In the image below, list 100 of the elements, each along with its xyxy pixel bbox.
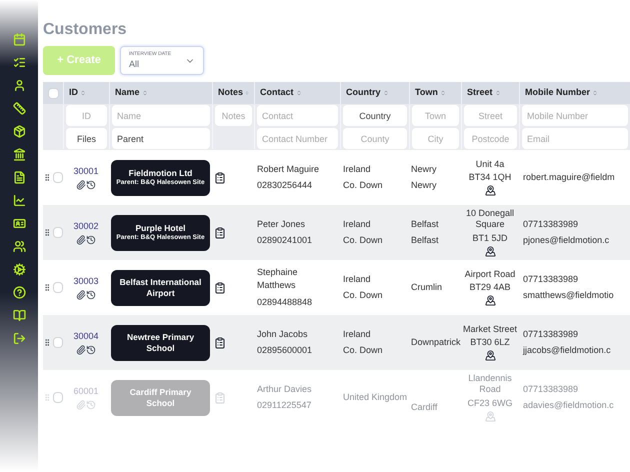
contact-name: Stephaine Matthews <box>257 266 299 292</box>
email-address: jjacobs@fieldmotion.c <box>523 344 612 357</box>
filter-field[interactable]: City <box>412 128 459 149</box>
column-header[interactable]: Town <box>415 86 438 100</box>
paperclip-icon[interactable] <box>76 180 86 190</box>
column-header[interactable]: Notes <box>218 86 244 100</box>
contact-number: 02894488848 <box>257 296 314 309</box>
filter-field[interactable]: Notes <box>215 105 252 126</box>
row-checkbox[interactable] <box>48 88 58 98</box>
filter-field[interactable]: Postcode <box>464 128 517 149</box>
map-icon[interactable] <box>484 185 496 196</box>
filter-field[interactable]: Email <box>522 128 628 149</box>
notes-icon[interactable] <box>214 336 226 348</box>
email-address: robert.maguire@fieldm <box>523 170 616 184</box>
history-icon[interactable] <box>86 290 96 300</box>
book-icon[interactable] <box>12 309 26 322</box>
city-text: Belfast <box>411 234 440 247</box>
filter-field[interactable]: Files <box>66 128 107 149</box>
filter-field[interactable]: Mobile Number <box>522 105 628 126</box>
notes-icon[interactable] <box>214 282 226 294</box>
user-icon[interactable] <box>12 79 26 92</box>
column-header[interactable]: Street <box>467 86 493 100</box>
street-address-line: BT30 6LZ <box>470 337 510 348</box>
people-icon[interactable] <box>12 240 26 253</box>
customer-name-badge[interactable]: Belfast International Airport <box>111 270 210 306</box>
drag-handle-icon[interactable] <box>43 338 52 347</box>
filter-field[interactable]: Town <box>412 105 459 126</box>
street-address-line: Market Street <box>462 324 518 335</box>
street-address-line: Unit 4a <box>476 158 504 170</box>
notes-icon[interactable] <box>214 226 226 238</box>
column-header[interactable]: Country <box>346 86 380 100</box>
customer-name: Newtree Primary School <box>126 332 196 354</box>
drag-handle-icon[interactable] <box>43 228 52 237</box>
filter-field[interactable]: Contact Number <box>257 128 338 149</box>
page-title: Customers <box>43 22 128 38</box>
map-icon[interactable] <box>484 295 496 306</box>
filter-field[interactable]: Name <box>112 105 210 126</box>
customer-id-link[interactable]: 30002 <box>73 220 99 234</box>
customer-id-link[interactable]: 30003 <box>73 274 99 288</box>
drag-handle-icon[interactable] <box>43 393 52 402</box>
filter-field[interactable]: Parent <box>112 128 210 149</box>
column-header[interactable]: ID <box>69 86 78 100</box>
county-text: Co. Down <box>343 179 384 192</box>
bank-icon[interactable] <box>12 148 26 161</box>
street-address-line: BT34 1QH <box>468 172 512 184</box>
filter-field[interactable]: ID <box>66 105 107 126</box>
customer-name-badge[interactable]: Newtree Primary School <box>111 324 210 360</box>
document-icon[interactable] <box>12 171 26 184</box>
contact-name: Robert Maguire <box>257 162 320 176</box>
customer-name: Fieldmotion Ltd <box>128 168 192 179</box>
row-checkbox[interactable] <box>52 227 63 238</box>
town-text: Crumlin <box>411 280 444 294</box>
id-card-icon[interactable] <box>12 217 26 230</box>
customer-id-link[interactable]: 30004 <box>73 330 99 344</box>
paperclip-icon[interactable] <box>76 235 86 246</box>
logout-icon[interactable] <box>12 332 26 345</box>
filter-field[interactable]: County <box>343 128 407 149</box>
row-checkbox[interactable] <box>52 282 63 293</box>
filter-field[interactable]: Street <box>464 105 517 126</box>
drag-handle-icon[interactable] <box>43 283 52 292</box>
settings-icon[interactable] <box>12 263 26 276</box>
notes-icon[interactable] <box>214 172 226 184</box>
paperclip-icon[interactable] <box>76 345 86 356</box>
customer-name: Belfast International Airport <box>118 276 202 298</box>
county-text: Co. Down <box>343 344 384 357</box>
ruler-icon[interactable] <box>12 102 26 115</box>
help-icon[interactable] <box>12 286 26 299</box>
paperclip-icon[interactable] <box>76 290 86 300</box>
town-text: Newry <box>411 162 438 176</box>
map-icon[interactable] <box>484 246 496 257</box>
drag-handle-icon[interactable] <box>43 173 52 182</box>
city-text: Cardiff <box>411 400 438 414</box>
chart-icon[interactable] <box>12 194 26 207</box>
column-header[interactable]: Contact <box>260 86 294 100</box>
street-address-line: BT1 5JD <box>472 232 508 244</box>
row-checkbox[interactable] <box>52 392 63 403</box>
town-text: Belfast <box>411 218 440 230</box>
history-icon[interactable] <box>86 180 96 190</box>
dropdown-value: All <box>129 60 140 69</box>
checklist-icon[interactable] <box>12 56 26 69</box>
history-icon[interactable] <box>86 235 96 246</box>
filter-field[interactable]: Contact <box>257 105 338 126</box>
box-icon[interactable] <box>12 125 26 138</box>
row-checkbox[interactable] <box>52 172 63 183</box>
mobile-number: 07713383989 <box>523 382 580 396</box>
customer-id-link[interactable]: 30001 <box>73 164 99 178</box>
street-address-line: BT29 4AB <box>469 282 511 294</box>
column-header[interactable]: Name <box>115 86 140 100</box>
column-header[interactable]: Mobile Number <box>525 86 590 100</box>
history-icon[interactable] <box>86 345 96 356</box>
contact-number: 02830256444 <box>257 179 314 192</box>
email-address: smatthews@fieldmotio <box>523 289 615 302</box>
county-text: Co. Down <box>343 289 384 302</box>
filter-field[interactable]: Country <box>343 105 407 126</box>
customer-name: Cardiff Primary School <box>128 386 192 408</box>
email-address: pjones@fieldmotion.c <box>523 234 610 247</box>
row-checkbox[interactable] <box>52 337 63 348</box>
customer-name: Purple Hotel <box>135 223 186 234</box>
calendar-icon[interactable] <box>12 33 26 46</box>
map-icon[interactable] <box>484 350 496 362</box>
